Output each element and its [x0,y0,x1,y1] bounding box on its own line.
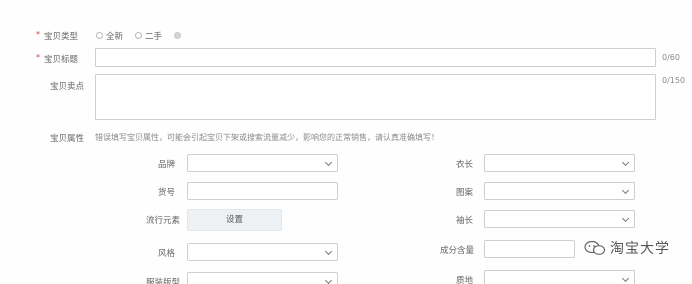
watermark: 淘宝大学 [584,238,670,258]
radio-used-label: 二手 [145,32,163,42]
chevron-down-icon [621,274,630,283]
radio-new-label: 全新 [106,32,124,42]
chevron-down-icon [621,158,630,167]
attr-label-composition: 成分含量 [440,246,475,256]
attributes-hint: 错误填写宝贝属性，可能会引起宝贝下架或搜索流量减少，影响您的正常销售，请认真准确… [95,133,439,142]
style-select[interactable] [187,243,338,261]
item-type-label: 宝贝类型 [44,32,79,42]
length-select[interactable] [484,154,635,172]
attr-label-brand: 品牌 [158,160,176,170]
required-star: * [36,30,40,39]
attr-label-style: 风格 [158,249,176,259]
attr-label-sleeve: 袖长 [456,216,474,226]
selling-points-label: 宝贝卖点 [50,82,85,92]
item-publish-form: * 宝贝类型 全新 二手 * 宝贝标题 0/60 宝贝卖点 0/150 宝贝属性… [0,0,692,284]
chevron-down-icon [324,276,333,284]
set-trend-button[interactable]: 设置 [187,209,282,231]
item-title-counter: 0/60 [662,53,680,62]
attr-label-pattern: 图案 [456,188,474,198]
chevron-down-icon [621,214,630,223]
chevron-down-icon [324,247,333,256]
brand-select[interactable] [187,154,338,172]
attributes-label: 宝贝属性 [50,134,85,144]
item-no-input[interactable] [187,182,338,200]
radio-disabled [174,32,181,39]
pattern-select[interactable] [484,182,635,200]
fit-select[interactable] [187,272,338,284]
selling-points-textarea[interactable] [95,74,656,120]
attr-label-length: 衣长 [456,160,474,170]
chevron-down-icon [621,186,630,195]
attr-label-fit: 服装版型 [146,278,181,284]
radio-new[interactable] [96,32,103,39]
required-star: * [36,53,40,62]
selling-points-counter: 0/150 [662,76,686,85]
wechat-icon [584,240,606,255]
attr-label-item-no: 货号 [158,188,176,198]
item-title-label: 宝贝标题 [44,55,79,65]
item-title-input[interactable] [95,48,656,67]
watermark-text: 淘宝大学 [610,241,670,257]
radio-used[interactable] [135,32,142,39]
attr-label-material: 质地 [456,276,474,284]
chevron-down-icon [324,158,333,167]
sleeve-select[interactable] [484,210,635,228]
material-select[interactable] [484,270,635,284]
attr-label-trend: 流行元素 [146,216,181,226]
composition-input[interactable] [484,240,575,258]
